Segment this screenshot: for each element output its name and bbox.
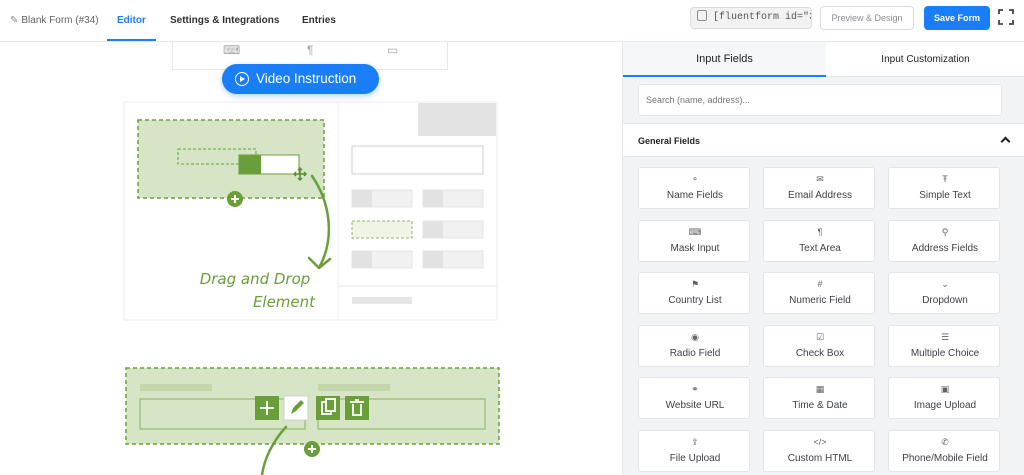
field-card[interactable]: ⚑ Country List xyxy=(638,272,750,314)
copy-icon xyxy=(697,10,707,21)
field-card-label: Time & Date xyxy=(792,400,848,411)
list-check-icon: ☰ xyxy=(940,331,950,342)
field-card-label: Mask Input xyxy=(670,242,720,254)
calendar-icon: ▦ xyxy=(815,384,825,394)
fields-panel: Input Fields Input Customization General… xyxy=(622,42,1024,475)
field-card-label: Numeric Field xyxy=(789,295,851,306)
field-card[interactable]: ▣ Image Upload xyxy=(888,377,1000,419)
chevron-up-icon xyxy=(1000,136,1011,147)
tab-editor[interactable]: Editor xyxy=(107,0,156,41)
field-card-label: Website URL xyxy=(665,400,725,411)
tab-settings-integrations[interactable]: Settings & Integrations xyxy=(170,0,279,41)
panel-tabs: Input Fields Input Customization xyxy=(623,42,1024,77)
code-icon: </> xyxy=(813,436,827,447)
link-icon: ⚭ xyxy=(691,384,699,394)
form-title[interactable]: ✎ Blank Form (#34) xyxy=(10,0,99,41)
field-card-label: Simple Text xyxy=(919,190,971,201)
field-card[interactable]: ◉ Radio Field xyxy=(638,324,750,367)
user-icon: ⚬ xyxy=(691,174,699,184)
phone-icon: ✆ xyxy=(941,436,949,447)
field-card[interactable]: </> Custom HTML xyxy=(763,429,875,472)
editor-canvas: ⌨ ¶ ▭ Video Instruction Drag and Drop El… xyxy=(0,42,622,475)
image-icon: ▣ xyxy=(940,384,950,394)
section-title: General Fields xyxy=(638,136,701,146)
field-card-label: Address Fields xyxy=(911,242,979,254)
field-card-label: Country List xyxy=(668,295,722,306)
save-form-button[interactable]: Save Form xyxy=(924,6,990,30)
field-card[interactable]: ⇪ File Upload xyxy=(638,429,750,472)
keyboard-icon: ⌨ xyxy=(688,226,702,237)
form-title-text: Blank Form (#34) xyxy=(21,15,99,26)
field-card-label: Phone/Mobile Field xyxy=(902,452,988,464)
paragraph-icon: ¶ xyxy=(817,226,823,237)
field-card[interactable]: Ŧ Simple Text xyxy=(888,167,1000,209)
field-card-label: Text Area xyxy=(799,242,841,254)
field-card[interactable]: # Numeric Field xyxy=(763,272,875,314)
tab-entries[interactable]: Entries xyxy=(302,0,336,41)
drag-drop-caption-line2: Element xyxy=(252,293,316,311)
field-card[interactable]: ⚬ Name Fields xyxy=(638,167,750,209)
shortcode-copy-button[interactable]: [fluentform id="34"] xyxy=(690,7,812,29)
field-card-label: Multiple Choice xyxy=(910,347,980,359)
top-bar: ✎ Blank Form (#34) Editor Settings & Inte… xyxy=(0,0,1024,42)
field-card[interactable]: ☑ Check Box xyxy=(763,324,875,367)
field-card[interactable]: ⌄ Dropdown xyxy=(888,272,1000,314)
flag-icon: ⚑ xyxy=(690,279,700,289)
radio-icon: ◉ xyxy=(691,331,699,342)
envelope-icon: ✉ xyxy=(816,174,824,184)
hash-icon: # xyxy=(817,279,823,289)
checkbox-icon: ☑ xyxy=(815,331,825,342)
drag-drop-caption-line1: Drag and Drop xyxy=(199,270,311,288)
field-card-label: Email Address xyxy=(788,190,852,201)
field-card[interactable]: ✆ Phone/Mobile Field xyxy=(888,429,1000,472)
field-card-label: File Upload xyxy=(669,452,721,464)
video-instruction-label: Video Instruction xyxy=(256,71,357,86)
field-card-label: Check Box xyxy=(795,347,845,359)
field-search-input[interactable] xyxy=(638,84,1002,116)
drag-drop-caption: Drag and Drop Element xyxy=(190,268,320,314)
tab-input-customization[interactable]: Input Customization xyxy=(826,42,1024,77)
field-card-label: Dropdown xyxy=(922,295,968,306)
fullscreen-icon[interactable] xyxy=(998,9,1014,25)
upload-icon: ⇪ xyxy=(691,436,699,447)
field-card-label: Image Upload xyxy=(913,400,977,411)
field-card[interactable]: ✉ Email Address xyxy=(763,167,875,209)
play-icon xyxy=(235,72,249,86)
video-instruction-button[interactable]: Video Instruction xyxy=(222,64,379,94)
dropdown-icon: ⌄ xyxy=(941,279,949,289)
pencil-icon: ✎ xyxy=(10,15,19,26)
field-card-label: Custom HTML xyxy=(787,452,853,464)
general-fields-header[interactable]: General Fields xyxy=(623,123,1024,157)
field-card[interactable]: ⌨ Mask Input xyxy=(638,219,750,262)
tab-input-fields[interactable]: Input Fields xyxy=(623,42,826,77)
drag-drop-illustration xyxy=(123,101,500,475)
shortcode-text: [fluentform id="34"] xyxy=(713,12,811,23)
field-card[interactable]: ⚭ Website URL xyxy=(638,377,750,419)
text-cursor-icon: Ŧ xyxy=(942,174,948,184)
field-card[interactable]: ▦ Time & Date xyxy=(763,377,875,419)
field-card[interactable]: ⚲ Address Fields xyxy=(888,219,1000,262)
field-card-label: Name Fields xyxy=(666,190,724,201)
field-card[interactable]: ☰ Multiple Choice xyxy=(888,324,1000,367)
field-card-label: Radio Field xyxy=(669,347,721,359)
preview-design-button[interactable]: Preview & Design xyxy=(820,6,914,30)
map-pin-icon: ⚲ xyxy=(941,226,949,237)
field-card[interactable]: ¶ Text Area xyxy=(763,219,875,262)
